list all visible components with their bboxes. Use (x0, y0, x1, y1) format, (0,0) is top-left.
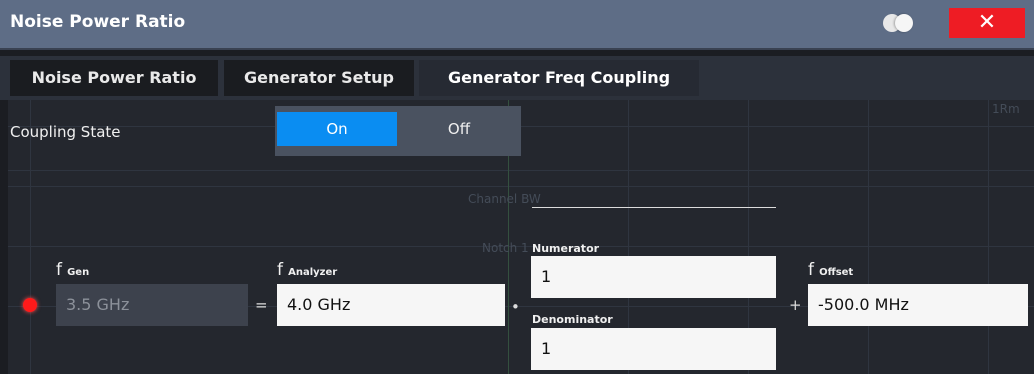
grid-line (8, 126, 1034, 127)
transparency-toggle-icon[interactable] (883, 14, 917, 32)
f-gen-field: 3.5 GHz (56, 284, 248, 326)
tab-bar: Noise Power Ratio Generator Setup Genera… (0, 56, 1034, 100)
close-button[interactable]: ✕ (949, 8, 1025, 38)
tab-generator-freq-coupling[interactable]: Generator Freq Coupling (419, 60, 699, 96)
coupling-state-label: Coupling State (10, 123, 121, 141)
numerator-label: Numerator (532, 242, 600, 255)
f-analyzer-field[interactable]: 4.0 GHz (277, 284, 505, 326)
title-bar: Noise Power Ratio ✕ (0, 0, 1034, 50)
equals-sign: = (255, 296, 268, 314)
dialog-title: Noise Power Ratio (10, 12, 186, 32)
grid-line (868, 100, 869, 374)
denominator-label: Denominator (532, 313, 613, 326)
tab-noise-power-ratio[interactable]: Noise Power Ratio (10, 60, 218, 96)
grid-line (30, 100, 31, 374)
multiply-dot: • (511, 298, 520, 316)
numerator-field[interactable]: 1 (531, 256, 776, 298)
grid-line (988, 100, 989, 374)
grid-line (8, 170, 1034, 171)
denominator-field[interactable]: 1 (531, 328, 776, 370)
fraction-line (532, 207, 776, 208)
f-gen-label: f Gen (56, 260, 90, 280)
tab-generator-setup[interactable]: Generator Setup (224, 60, 414, 96)
coupling-on-button[interactable]: On (277, 112, 397, 146)
f-offset-label: f Offset (808, 260, 854, 280)
f-analyzer-label: f Analyzer (277, 260, 338, 280)
grid-line (8, 186, 1034, 187)
coupling-panel: Channel BW Notch 1 1Rm Coupling State On… (8, 100, 1034, 374)
plus-sign: + (789, 296, 802, 314)
coupling-state-switch: On Off (275, 106, 521, 156)
f-offset-field[interactable]: -500.0 MHz (808, 284, 1028, 326)
notch-label: Notch 1 (482, 241, 529, 255)
marker-label: 1Rm (992, 102, 1020, 116)
status-led-icon (23, 298, 37, 312)
channel-bw-label: Channel BW (468, 192, 541, 206)
coupling-off-button[interactable]: Off (399, 112, 519, 146)
